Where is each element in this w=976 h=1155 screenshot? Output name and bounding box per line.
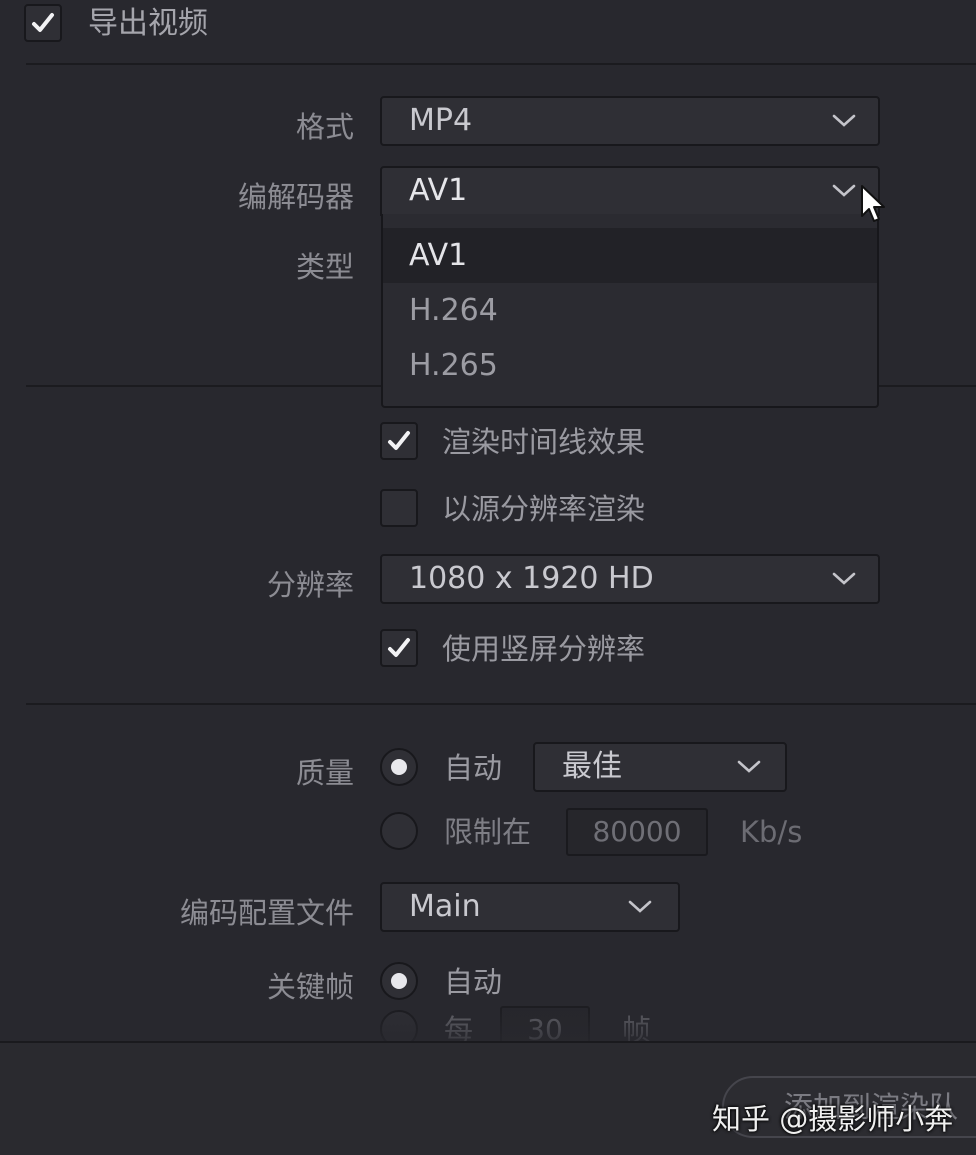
format-value: MP4: [409, 103, 473, 138]
chevron-down-icon: [832, 569, 856, 589]
quality-label: 质量: [295, 756, 354, 790]
encoding-profile-value: Main: [409, 889, 481, 924]
bitrate-unit-label: Kb/s: [740, 815, 803, 849]
scroll-fade: [0, 995, 976, 1045]
export-video-label: 导出视频: [88, 6, 208, 41]
watermark-text: 知乎 @摄影师小奔: [712, 1102, 954, 1136]
codec-label: 编解码器: [237, 180, 354, 214]
bitrate-limit-input[interactable]: 80000: [566, 808, 708, 856]
codec-select[interactable]: AV1: [380, 166, 880, 216]
quality-auto-radio[interactable]: [380, 748, 418, 786]
checkmark-icon: [32, 13, 54, 32]
chevron-down-icon: [832, 181, 856, 201]
chevron-down-icon: [737, 757, 761, 777]
divider: [26, 703, 976, 705]
portrait-resolution-checkbox[interactable]: [380, 629, 418, 667]
type-label: 类型: [295, 250, 354, 284]
format-select[interactable]: MP4: [380, 96, 880, 146]
codec-value: AV1: [409, 173, 468, 208]
quality-select[interactable]: 最佳: [533, 742, 787, 792]
codec-dropdown-menu: AV1 H.264 H.265: [381, 214, 879, 408]
portrait-resolution-label: 使用竖屏分辨率: [442, 632, 646, 666]
quality-value: 最佳: [562, 749, 622, 784]
render-timeline-effects-label: 渲染时间线效果: [442, 425, 646, 459]
chevron-down-icon: [628, 897, 652, 917]
quality-auto-label: 自动: [444, 751, 503, 785]
encoding-profile-select[interactable]: Main: [380, 882, 680, 932]
render-source-resolution-label: 以源分辨率渲染: [442, 492, 646, 526]
render-timeline-effects-checkbox[interactable]: [380, 422, 418, 460]
resolution-label: 分辨率: [266, 568, 354, 602]
codec-option-av1[interactable]: AV1: [383, 228, 877, 283]
codec-option-h265[interactable]: H.265: [383, 338, 877, 393]
quality-limit-label: 限制在: [444, 815, 532, 849]
codec-option-h264[interactable]: H.264: [383, 283, 877, 338]
checkmark-icon: [388, 431, 410, 450]
resolution-value: 1080 x 1920 HD: [409, 561, 654, 596]
format-label: 格式: [295, 110, 354, 144]
divider: [26, 63, 976, 65]
export-video-checkbox[interactable]: [24, 4, 62, 42]
chevron-down-icon: [832, 111, 856, 131]
checkmark-icon: [388, 638, 410, 657]
resolution-select[interactable]: 1080 x 1920 HD: [380, 554, 880, 604]
quality-limit-radio[interactable]: [380, 812, 418, 850]
mouse-cursor-icon: [860, 184, 890, 230]
render-source-resolution-checkbox[interactable]: [380, 489, 418, 527]
encoding-profile-label: 编码配置文件: [179, 896, 354, 930]
